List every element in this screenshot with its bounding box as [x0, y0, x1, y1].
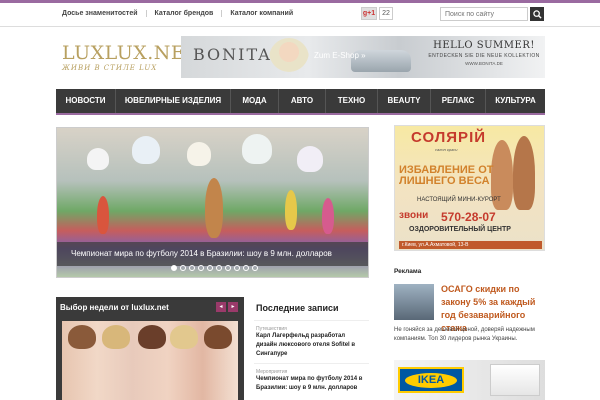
top-link-brands[interactable]: Каталог брендов: [147, 10, 223, 17]
nav-item-beauty[interactable]: BEAUTY: [378, 89, 431, 113]
nav-item-news[interactable]: НОВОСТИ: [56, 89, 116, 113]
week-pick-arrows: ◂ ▸: [216, 302, 238, 312]
solarium-ad[interactable]: СОЛЯРІЙ салон краси ИЗБАВЛЕНИЕ ОТ ЛИШНЕГ…: [394, 125, 545, 251]
model-hair: [102, 325, 130, 349]
slider-dot[interactable]: [216, 265, 222, 271]
ikea-logo-text: IKEA: [405, 373, 457, 388]
ad-subtitle: салон краси: [435, 147, 458, 152]
search-icon: [532, 9, 542, 19]
slider-dot[interactable]: [189, 265, 195, 271]
nav-item-culture[interactable]: КУЛЬТУРА: [486, 89, 545, 113]
recent-posts: Последние записи Путешествия Карл Лагерф…: [254, 297, 369, 400]
top-links: Досье знаменитостей Каталог брендов Ката…: [56, 10, 301, 17]
top-link-companies[interactable]: Каталог компаний: [222, 10, 301, 17]
slider-dot[interactable]: [234, 265, 240, 271]
model-hair: [138, 325, 166, 349]
banner-model-image: [269, 38, 309, 78]
ikea-ad[interactable]: IKEA: [394, 360, 545, 400]
gplus-count: 22: [379, 7, 393, 20]
slider-dot[interactable]: [225, 265, 231, 271]
banner-promo: HELLO SUMMER! ENTDECKEN SIE DIE NEUE KOL…: [427, 40, 541, 66]
search-input[interactable]: [440, 7, 528, 21]
header-ad-banner[interactable]: BONITA Zum E-Shop » HELLO SUMMER! ENTDEC…: [181, 36, 545, 78]
nav-item-auto[interactable]: АВТО: [279, 89, 326, 113]
nav-item-relax[interactable]: РЕЛАКС: [431, 89, 486, 113]
nav-item-jewelry[interactable]: ЮВЕЛИРНЫЕ ИЗДЕЛИЯ: [116, 89, 231, 113]
slider-figure: [132, 136, 160, 164]
slider-dot[interactable]: [207, 265, 213, 271]
top-accent-line: [0, 0, 600, 3]
slider-dot[interactable]: [252, 265, 258, 271]
next-arrow-icon[interactable]: ▸: [228, 302, 238, 312]
top-link-celebrities[interactable]: Досье знаменитостей: [56, 10, 147, 17]
ad-title: СОЛЯРІЙ: [411, 129, 487, 146]
logo-tagline: ЖИВИ В СТИЛЕ LUX: [62, 64, 158, 72]
week-pick-image[interactable]: [62, 321, 238, 400]
banner-shop-link[interactable]: Zum E-Shop »: [314, 51, 366, 60]
banner-hello: HELLO SUMMER!: [433, 40, 535, 51]
top-bar: Досье знаменитостей Каталог брендов Ката…: [0, 0, 600, 27]
osago-description: Не гоняйся за дешевой ценой, доверяй над…: [394, 327, 535, 342]
divider: [254, 363, 369, 364]
osago-thumbnail[interactable]: [394, 284, 434, 320]
nav-item-fashion[interactable]: МОДА: [231, 89, 279, 113]
slider-dot[interactable]: [198, 265, 204, 271]
ad-headline: ИЗБАВЛЕНИЕ ОТ ЛИШНЕГО ВЕСА: [399, 164, 494, 187]
ikea-logo: IKEA: [398, 367, 464, 393]
recent-post-link[interactable]: Чемпионат мира по футболу 2014 в Бразили…: [254, 375, 369, 393]
logo-name: LUXLUX.NET: [62, 42, 199, 64]
model-hair: [68, 325, 96, 349]
slider-caption[interactable]: Чемпионат мира по футболу 2014 в Бразили…: [57, 242, 368, 266]
week-pick-widget: Выбор недели от luxlux.net ◂ ▸: [56, 297, 244, 400]
ad-call: звони: [399, 210, 429, 221]
slider-dancer: [97, 196, 109, 234]
ad-resort: НАСТОЯЩИЙ МИНИ-КУРОРТ: [417, 197, 501, 203]
slider-figure: [87, 148, 109, 170]
site-logo[interactable]: LUXLUX.NET ЖИВИ В СТИЛЕ LUX: [62, 42, 199, 73]
slider-dot[interactable]: [243, 265, 249, 271]
banner-url: WWW.BONITA.DE: [465, 61, 503, 66]
banner-brand: BONITA: [193, 45, 272, 64]
ad-address: г.Киев, ул.А.Ахматовой, 13-В: [399, 241, 542, 249]
slider-figure: [242, 134, 272, 164]
model-hair: [170, 325, 198, 349]
nav-item-tech[interactable]: ТЕХНО: [326, 89, 378, 113]
ad-center: ОЗДОРОВИТЕЛЬНЫЙ ЦЕНТР: [409, 226, 511, 233]
ads-label: Реклама: [394, 268, 422, 275]
gplus-button[interactable]: g+1: [361, 7, 377, 20]
slider-dot[interactable]: [180, 265, 186, 271]
ad-person: [513, 136, 535, 210]
slider-dots: [171, 265, 258, 271]
slider-figure: [297, 146, 323, 172]
slider-dot[interactable]: [171, 265, 177, 271]
main-nav: НОВОСТИ ЮВЕЛИРНЫЕ ИЗДЕЛИЯ МОДА АВТО ТЕХН…: [56, 89, 545, 115]
featured-slider[interactable]: Чемпионат мира по футболу 2014 в Бразили…: [56, 127, 369, 278]
ikea-building-image: [490, 364, 540, 396]
search-button[interactable]: [530, 7, 544, 21]
recent-posts-title: Последние записи: [254, 297, 369, 321]
model-hair: [204, 325, 232, 349]
recent-post-link[interactable]: Карл Лагерфельд разработал дизайн люксов…: [254, 332, 369, 359]
ad-phone: 570-28-07: [441, 210, 496, 224]
banner-sub: ENTDECKEN SIE DIE NEUE KOLLEKTION: [428, 53, 540, 59]
slider-dancer: [322, 198, 334, 234]
slider-dancer: [285, 190, 297, 230]
slider-dancer: [205, 178, 223, 238]
prev-arrow-icon[interactable]: ◂: [216, 302, 226, 312]
slider-figure: [187, 142, 211, 166]
